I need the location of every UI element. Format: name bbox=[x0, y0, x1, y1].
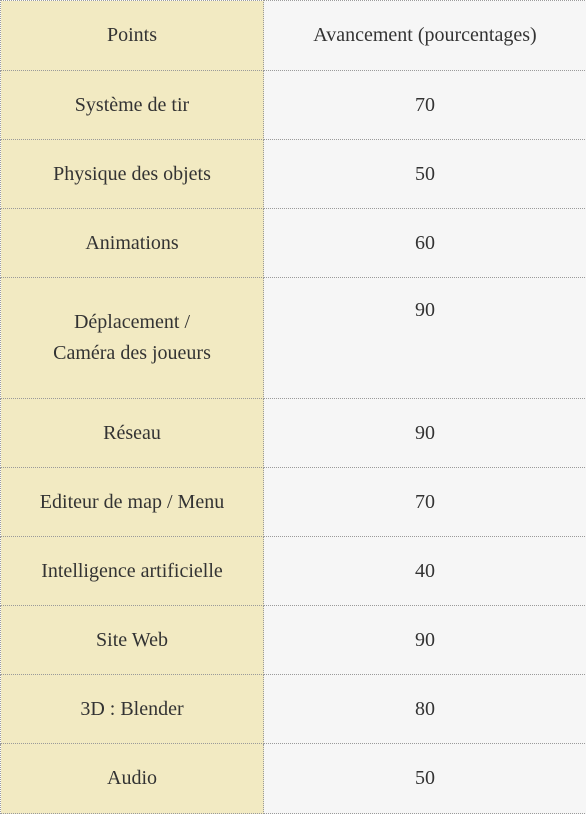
table-row: Site Web 90 bbox=[1, 606, 586, 675]
point-cell: Physique des objets bbox=[1, 140, 264, 209]
table-row: 3D : Blender 80 bbox=[1, 675, 586, 744]
progress-cell: 70 bbox=[264, 71, 586, 140]
point-cell-line-2: Caméra des joueurs bbox=[53, 342, 211, 364]
table-row: Réseau 90 bbox=[1, 399, 586, 468]
progress-cell: 60 bbox=[264, 209, 586, 278]
table-row: Intelligence artificielle 40 bbox=[1, 537, 586, 606]
header-points: Points bbox=[1, 1, 264, 71]
progress-cell: 70 bbox=[264, 468, 586, 537]
table-row: Physique des objets 50 bbox=[1, 140, 586, 209]
table-row: Editeur de map / Menu 70 bbox=[1, 468, 586, 537]
point-cell: Audio bbox=[1, 744, 264, 814]
point-cell: Site Web bbox=[1, 606, 264, 675]
point-cell: 3D : Blender bbox=[1, 675, 264, 744]
point-cell: Réseau bbox=[1, 399, 264, 468]
point-cell: Editeur de map / Menu bbox=[1, 468, 264, 537]
progress-cell: 90 bbox=[264, 399, 586, 468]
point-cell: Animations bbox=[1, 209, 264, 278]
header-progress: Avancement (pourcentages) bbox=[264, 1, 586, 71]
progress-cell: 40 bbox=[264, 537, 586, 606]
progress-cell: 50 bbox=[264, 140, 586, 209]
progress-cell: 90 bbox=[264, 278, 586, 399]
progress-table: Points Avancement (pourcentages) Système… bbox=[0, 0, 586, 814]
progress-cell: 80 bbox=[264, 675, 586, 744]
table-row: Animations 60 bbox=[1, 209, 586, 278]
point-cell: Intelligence artificielle bbox=[1, 537, 264, 606]
point-cell: Système de tir bbox=[1, 71, 264, 140]
table-row: Déplacement / Caméra des joueurs 90 bbox=[1, 278, 586, 399]
table-row: Audio 50 bbox=[1, 744, 586, 814]
point-cell: Déplacement / Caméra des joueurs bbox=[1, 278, 264, 399]
point-cell-line-1: Déplacement / bbox=[74, 311, 190, 333]
table-header-row: Points Avancement (pourcentages) bbox=[1, 1, 586, 71]
progress-cell: 90 bbox=[264, 606, 586, 675]
progress-cell: 50 bbox=[264, 744, 586, 814]
table-row: Système de tir 70 bbox=[1, 71, 586, 140]
